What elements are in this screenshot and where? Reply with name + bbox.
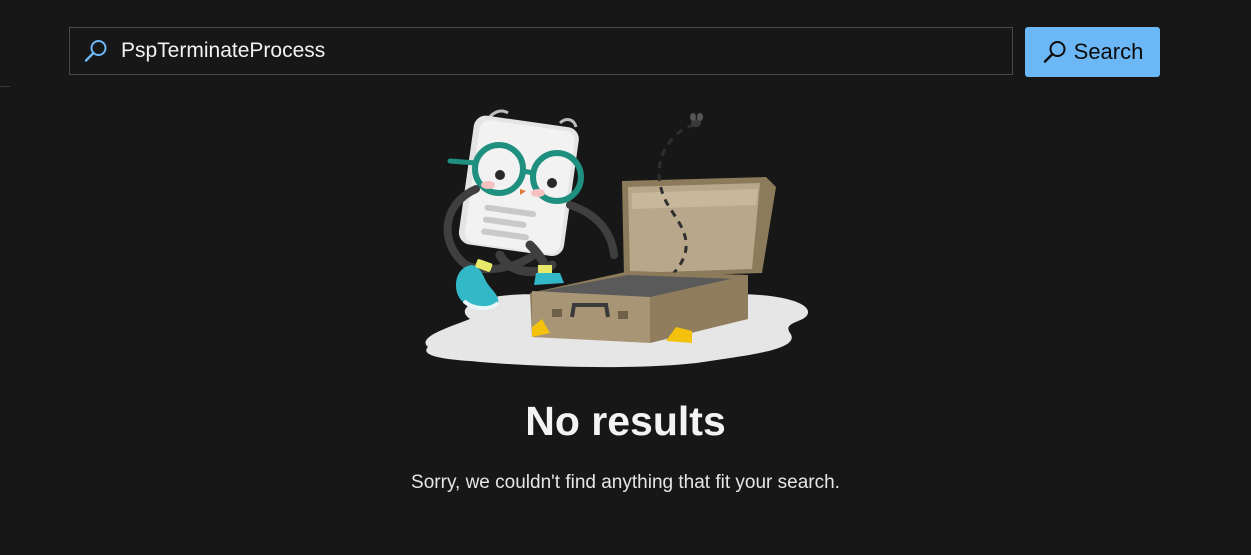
no-results-title: No results xyxy=(525,398,726,444)
search-button-label: Search xyxy=(1073,39,1144,64)
no-results-message: Sorry, we couldn't find anything that fi… xyxy=(411,472,840,493)
search-icon xyxy=(1042,39,1068,65)
search-input[interactable] xyxy=(121,28,1012,74)
search-button[interactable]: Search xyxy=(1025,27,1160,77)
divider xyxy=(0,86,10,87)
search-icon xyxy=(83,38,109,64)
no-results-illustration xyxy=(425,109,809,368)
search-bar[interactable] xyxy=(69,27,1013,75)
search-results-page: Search xyxy=(0,0,1251,555)
